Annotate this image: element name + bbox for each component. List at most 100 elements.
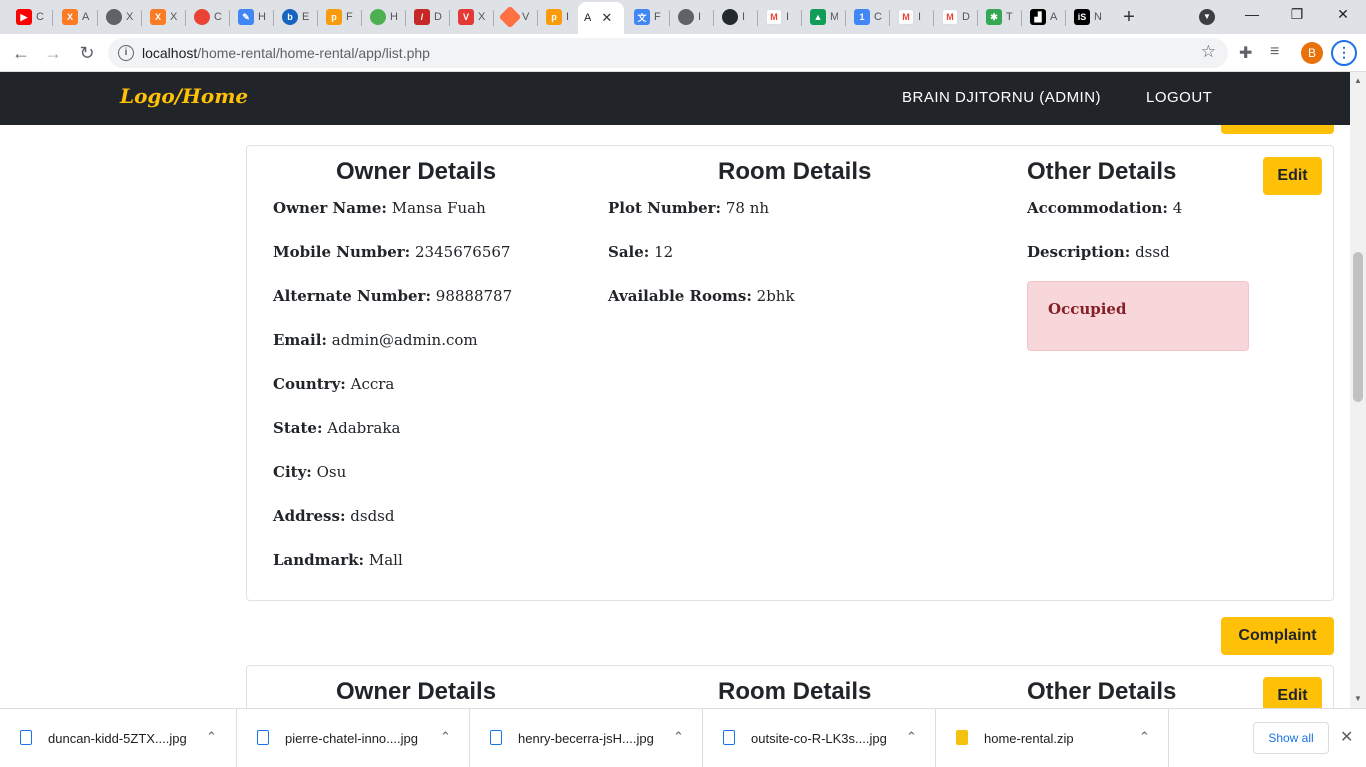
xampp-icon: X	[62, 9, 78, 25]
close-tab-icon[interactable]: ✕	[601, 10, 612, 26]
google-one-icon: 1	[854, 9, 870, 25]
is-icon: iS	[1074, 9, 1090, 25]
tab-globe-2[interactable]: I	[672, 4, 706, 30]
tab-pinwheel[interactable]: ✱ T	[980, 4, 1014, 30]
tab-pencil[interactable]: ✎ H	[232, 4, 266, 30]
tab-pma-1[interactable]: pF	[320, 4, 354, 30]
download-item[interactable]: duncan-kidd-5ZTX....jpg ⌃	[0, 709, 237, 767]
download-item[interactable]: henry-becerra-jsH....jpg ⌃	[470, 709, 703, 767]
pinwheel-icon: ✱	[986, 9, 1002, 25]
green-logo-icon	[370, 9, 386, 25]
download-item[interactable]: home-rental.zip ⌃	[936, 709, 1169, 767]
profile-avatar[interactable]: B	[1301, 42, 1323, 64]
extensions-icon[interactable]: ✚	[1239, 43, 1252, 63]
available-rooms-field: Available Rooms: 2bhk	[608, 287, 795, 305]
browser-tab-strip: ▶ C XA X XX C ✎ H bE pF H / D VX V pI A ✕ 文F…	[0, 0, 1366, 34]
scroll-up-icon[interactable]: ▲	[1354, 76, 1362, 85]
tab-is[interactable]: iS N	[1068, 4, 1102, 30]
tab-green[interactable]: H	[364, 4, 398, 30]
tab-vue[interactable]: VX	[452, 4, 486, 30]
new-tab-button[interactable]: +	[1118, 6, 1140, 28]
back-icon[interactable]: ←	[10, 42, 32, 64]
download-item[interactable]: pierre-chatel-inno....jpg ⌃	[237, 709, 470, 767]
globe-icon	[106, 9, 122, 25]
pencil-icon: ✎	[238, 9, 254, 25]
nav-user-link[interactable]: BRAIN DJITORNU (ADMIN)	[902, 89, 1101, 106]
state-field: State: Adabraka	[273, 419, 401, 437]
chevron-up-icon[interactable]: ⌃	[906, 729, 917, 745]
tab-slash[interactable]: / D	[408, 4, 442, 30]
bookmark-star-icon[interactable]: ☆	[1201, 42, 1216, 62]
city-field: City: Osu	[273, 463, 347, 481]
xampp-icon: X	[150, 9, 166, 25]
tab-diamond[interactable]: V	[496, 4, 530, 30]
complaint-button[interactable]: Complaint	[1221, 617, 1334, 655]
slash-icon: /	[414, 9, 430, 25]
tab-xampp-2[interactable]: XX	[144, 4, 178, 30]
forward-icon[interactable]: →	[42, 42, 64, 64]
tab-translate[interactable]: 文F	[628, 4, 662, 30]
owner-details-heading: Owner Details	[336, 678, 497, 705]
tab-github[interactable]: I	[716, 4, 750, 30]
tab-gmail-2[interactable]: MI	[892, 4, 926, 30]
other-details-heading: Other Details	[1027, 678, 1177, 705]
reload-icon[interactable]: ↻	[76, 42, 98, 64]
tab-gmail-1[interactable]: MI	[760, 4, 794, 30]
diamond-icon	[498, 5, 522, 29]
tab-search-icon[interactable]: ▼	[1199, 9, 1215, 25]
tab-chrome[interactable]: C	[188, 4, 222, 30]
page-scrollbar[interactable]: ▲ ▼	[1350, 72, 1366, 708]
chevron-up-icon[interactable]: ⌃	[206, 729, 217, 745]
owner-name-field: Owner Name: Mansa Fuah	[273, 199, 486, 217]
close-downloads-icon[interactable]: ✕	[1340, 727, 1353, 747]
page-viewport: Logo/Home BRAIN DJITORNU (ADMIN) LOGOUT …	[0, 72, 1350, 708]
image-file-icon	[490, 730, 502, 745]
room-details-heading: Room Details	[718, 678, 872, 705]
tab-globe-1[interactable]: X	[100, 4, 134, 30]
tab-xampp-1[interactable]: XA	[56, 4, 90, 30]
gmail-icon: M	[898, 9, 914, 25]
brand-logo[interactable]: Logo/Home	[120, 84, 248, 108]
restore-icon[interactable]: ❐	[1287, 6, 1307, 23]
vee-icon: V	[458, 9, 474, 25]
tab-black[interactable]: ▟ A	[1024, 4, 1058, 30]
edit-button[interactable]: Edit	[1263, 677, 1322, 708]
close-window-icon[interactable]: ✕	[1333, 6, 1353, 23]
browser-menu-icon[interactable]: ⋮	[1331, 40, 1357, 66]
download-item[interactable]: outsite-co-R-LK3s....jpg ⌃	[703, 709, 936, 767]
media-control-icon[interactable]: ≡	[1270, 43, 1279, 61]
scroll-down-icon[interactable]: ▼	[1354, 694, 1362, 703]
show-all-button[interactable]: Show all	[1253, 722, 1329, 754]
tab-drive[interactable]: ▲ M	[804, 4, 838, 30]
tab-gmail-3[interactable]: MD	[936, 4, 970, 30]
email-field: Email: admin@admin.com	[273, 331, 478, 349]
gmail-icon: M	[942, 9, 958, 25]
tab-one[interactable]: 1C	[848, 4, 882, 30]
phpmyadmin-icon: p	[326, 9, 342, 25]
chevron-up-icon[interactable]: ⌃	[673, 729, 684, 745]
bootstrap-icon: b	[282, 9, 298, 25]
tab-active[interactable]: A ✕	[578, 2, 624, 34]
listing-card: Owner Details Room Details Other Details…	[246, 145, 1334, 601]
tab-bootstrap[interactable]: bE	[276, 4, 310, 30]
other-details-heading: Other Details	[1027, 158, 1177, 185]
plot-number-field: Plot Number: 78 nh	[608, 199, 770, 217]
image-file-icon	[723, 730, 735, 745]
youtube-icon: ▶	[16, 9, 32, 25]
owner-details-heading: Owner Details	[336, 158, 497, 185]
status-badge: Occupied	[1027, 281, 1249, 351]
edit-button[interactable]: Edit	[1263, 157, 1322, 195]
tab-pma-2[interactable]: pI	[540, 4, 574, 30]
address-bar[interactable]: i localhost/home-rental/home-rental/app/…	[108, 38, 1228, 68]
alternate-number-field: Alternate Number: 98888787	[273, 287, 513, 305]
chevron-up-icon[interactable]: ⌃	[1139, 729, 1150, 745]
nav-logout-link[interactable]: LOGOUT	[1146, 89, 1212, 106]
minimize-icon[interactable]: —	[1242, 6, 1262, 22]
scroll-thumb[interactable]	[1353, 252, 1363, 402]
tab-youtube[interactable]: ▶ C	[10, 4, 44, 30]
info-icon[interactable]: i	[118, 45, 134, 61]
gmail-icon: M	[766, 9, 782, 25]
image-file-icon	[257, 730, 269, 745]
sale-field: Sale: 12	[608, 243, 674, 261]
chevron-up-icon[interactable]: ⌃	[440, 729, 451, 745]
